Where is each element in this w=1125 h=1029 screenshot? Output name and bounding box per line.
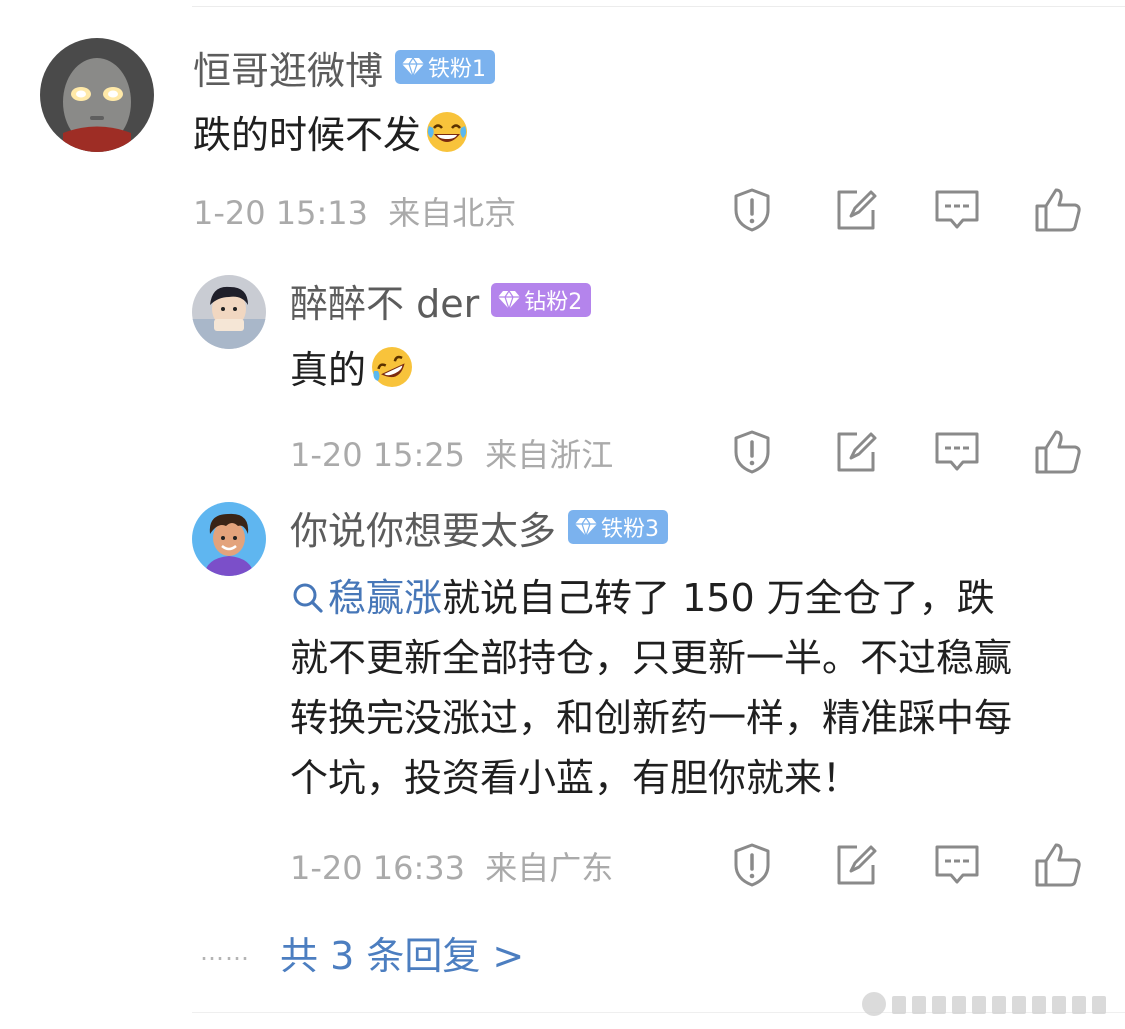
watermark — [862, 992, 1106, 1016]
timestamp: 1-20 15:25 — [290, 436, 466, 474]
reply-meta: 1-20 15:25 来自浙江 — [290, 430, 613, 476]
location: 来自浙江 — [485, 436, 614, 474]
report-icon[interactable] — [728, 841, 776, 889]
more-replies-row: …… 共 3 条回复 > — [200, 924, 524, 980]
timestamp: 1-20 16:33 — [290, 849, 466, 887]
diamond-icon — [402, 56, 425, 78]
comment-text: 跌的时候不发 — [193, 105, 469, 171]
ellipsis: …… — [200, 938, 250, 966]
search-icon — [293, 583, 323, 613]
rolling-laugh-emoji — [370, 345, 414, 406]
reply-line: 个坑，投资看小蓝，有胆你就来！ — [290, 756, 861, 800]
comment-icon[interactable] — [933, 841, 981, 889]
report-icon[interactable] — [728, 428, 776, 476]
timestamp: 1-20 15:13 — [193, 194, 369, 232]
top-divider — [192, 6, 1125, 7]
fan-badge[interactable]: 铁粉1 — [395, 50, 496, 84]
reply-line: 稳赢涨就说自己转了 150 万全仓了，跌 — [290, 568, 1110, 628]
diamond-icon — [575, 516, 598, 538]
avatar[interactable] — [192, 502, 266, 576]
more-replies-link[interactable]: 共 3 条回复 > — [280, 925, 524, 980]
reply-text: 稳赢涨就说自己转了 150 万全仓了，跌 就不更新全部持仓，只更新一半。不过稳赢… — [290, 568, 1110, 808]
reply-text: 真的 — [290, 340, 414, 406]
diamond-icon — [498, 289, 521, 311]
username[interactable]: 你说你想要太多 — [290, 500, 556, 555]
repost-icon[interactable] — [831, 841, 879, 889]
like-icon[interactable] — [1034, 186, 1082, 234]
repost-icon[interactable] — [831, 428, 879, 476]
repost-icon[interactable] — [831, 186, 879, 234]
topic-link[interactable]: 稳赢涨 — [290, 576, 442, 620]
reply-meta: 1-20 16:33 来自广东 — [290, 843, 613, 889]
location: 来自北京 — [388, 194, 517, 232]
comment-icon[interactable] — [933, 186, 981, 234]
comment-meta: 1-20 15:13 来自北京 — [193, 188, 516, 234]
username[interactable]: 醉醉不 der — [290, 273, 479, 328]
laughing-tears-emoji — [425, 110, 469, 171]
reply-line: 就不更新全部持仓，只更新一半。不过稳赢 — [290, 636, 1013, 680]
location: 来自广东 — [485, 849, 614, 887]
report-icon[interactable] — [728, 186, 776, 234]
avatar[interactable] — [192, 275, 266, 349]
reply-line: 转换完没涨过，和创新药一样，精准踩中每 — [290, 696, 1013, 740]
comment-icon[interactable] — [933, 428, 981, 476]
fan-badge[interactable]: 钻粉2 — [491, 283, 592, 317]
like-icon[interactable] — [1034, 428, 1082, 476]
avatar[interactable] — [40, 38, 154, 152]
username[interactable]: 恒哥逛微博 — [193, 40, 383, 95]
fan-badge[interactable]: 铁粉3 — [568, 510, 669, 544]
like-icon[interactable] — [1034, 841, 1082, 889]
